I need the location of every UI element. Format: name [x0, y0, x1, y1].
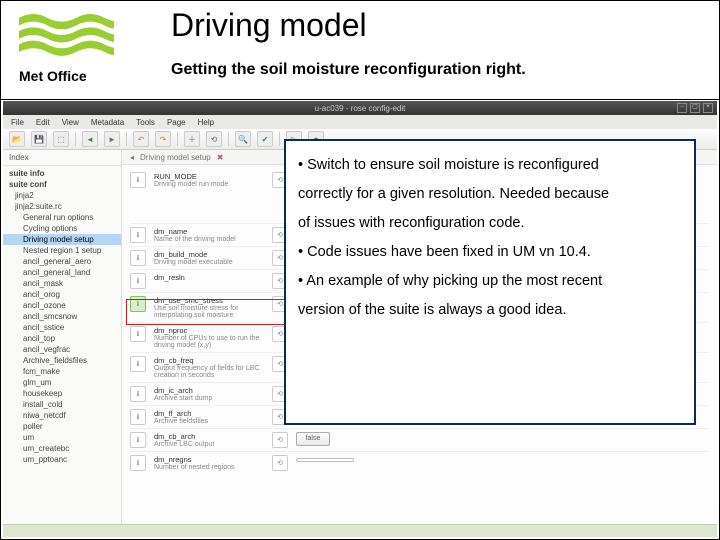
about-icon[interactable]: ℹ [130, 455, 146, 471]
tree-item[interactable]: poller [3, 421, 121, 432]
tree-item[interactable]: niwa_netcdf [3, 410, 121, 421]
undo-icon[interactable]: ↶ [133, 131, 149, 147]
statusbar [3, 524, 717, 537]
met-office-logo: Met Office [19, 9, 114, 84]
about-icon[interactable]: ℹ [130, 296, 146, 312]
revert-field-icon[interactable]: ⟲ [272, 455, 288, 471]
menu-tools[interactable]: Tools [136, 118, 155, 127]
tree-item[interactable]: ancil_smcsnow [3, 311, 121, 322]
tree-item[interactable]: housekeep [3, 388, 121, 399]
callout-line: of issues with reconfiguration code. [298, 209, 682, 238]
tree-item[interactable]: suite conf [3, 179, 121, 190]
add-icon[interactable]: ＋ [184, 131, 200, 147]
tree-item[interactable]: glm_um [3, 377, 121, 388]
tree-item[interactable]: ancil_ozone [3, 300, 121, 311]
menu-page[interactable]: Page [167, 118, 186, 127]
menu-metadata[interactable]: Metadata [91, 118, 124, 127]
maximize-icon[interactable]: ▢ [690, 103, 700, 113]
menu-bar: File Edit View Metadata Tools Page Help [3, 115, 717, 129]
window-titlebar: u-ac039 - rose config-edit − ▢ × [3, 101, 717, 115]
crumb-label: Driving model setup [140, 153, 211, 162]
row-dm-cb-arch: ℹ dm_cb_archArchive LBC output ⟲ false [130, 428, 709, 451]
tree-item[interactable]: suite info [3, 168, 121, 179]
tree-item[interactable]: um_pptoanc [3, 454, 121, 465]
tree-item[interactable]: ancil_vegfrac [3, 344, 121, 355]
tree-item[interactable]: Archive_fieldsfiles [3, 355, 121, 366]
menu-edit[interactable]: Edit [36, 118, 50, 127]
sidebar-header: Index [3, 150, 121, 166]
open-icon[interactable]: 📂 [9, 131, 25, 147]
callout-line: version of the suite is always a good id… [298, 296, 682, 325]
browse-icon[interactable]: ⬚ [53, 131, 69, 147]
tree-item[interactable]: ancil_general_aero [3, 256, 121, 267]
about-icon[interactable]: ℹ [130, 356, 146, 372]
forward-icon[interactable]: ► [104, 131, 120, 147]
find-icon[interactable]: 🔍 [235, 131, 251, 147]
field-name: RUN_MODE [154, 172, 264, 181]
revert-field-icon[interactable]: ⟲ [272, 432, 288, 448]
field-desc: Driving model run mode [154, 181, 264, 188]
about-icon[interactable]: ℹ [130, 250, 146, 266]
about-icon[interactable]: ℹ [130, 273, 146, 289]
row-dm-nregns: ℹ dm_nregnsNumber of nested regions ⟲ [130, 451, 709, 474]
validate-icon[interactable]: ✔ [257, 131, 273, 147]
menu-help[interactable]: Help [198, 118, 214, 127]
tree-item[interactable]: jinja2 [3, 190, 121, 201]
tree-item[interactable]: ancil_orog [3, 289, 121, 300]
logo-text: Met Office [19, 68, 114, 84]
callout-line: • An example of why picking up the most … [298, 267, 682, 296]
tree-item[interactable]: ancil_general_land [3, 267, 121, 278]
save-icon[interactable]: 💾 [31, 131, 47, 147]
annotation-callout: • Switch to ensure soil moisture is reco… [284, 139, 696, 425]
about-icon[interactable]: ℹ [130, 432, 146, 448]
tree-item[interactable]: ancil_top [3, 333, 121, 344]
tree-item[interactable]: Driving model setup [3, 234, 121, 245]
slide-title: Driving model [171, 7, 367, 44]
about-icon[interactable]: ℹ [130, 172, 146, 188]
menu-file[interactable]: File [11, 118, 24, 127]
about-icon[interactable]: ℹ [130, 326, 146, 342]
about-icon[interactable]: ℹ [130, 227, 146, 243]
callout-line: • Code issues have been fixed in UM vn 1… [298, 238, 682, 267]
about-icon[interactable]: ℹ [130, 409, 146, 425]
tree-item[interactable]: install_cold [3, 399, 121, 410]
tree-item[interactable]: Nested region 1 setup [3, 245, 121, 256]
slide-subtitle: Getting the soil moisture reconfiguratio… [171, 61, 526, 79]
tree-item[interactable]: um [3, 432, 121, 443]
tree-item[interactable]: fcm_make [3, 366, 121, 377]
callout-line: • Switch to ensure soil moisture is reco… [298, 151, 682, 180]
tree-item[interactable]: Cycling options [3, 223, 121, 234]
sidebar: Index suite infosuite confjinja2jinja2:s… [3, 150, 122, 536]
close-icon[interactable]: × [703, 103, 713, 113]
tree-item[interactable]: ancil_sstice [3, 322, 121, 333]
revert-icon[interactable]: ⟲ [206, 131, 222, 147]
tree-item[interactable]: um_createbc [3, 443, 121, 454]
tree-item[interactable]: General run options [3, 212, 121, 223]
callout-line: correctly for a given resolution. Needed… [298, 180, 682, 209]
text-input[interactable] [296, 458, 354, 462]
redo-icon[interactable]: ↷ [155, 131, 171, 147]
tree-item[interactable]: ancil_mask [3, 278, 121, 289]
back-icon[interactable]: ◄ [82, 131, 98, 147]
menu-view[interactable]: View [62, 118, 79, 127]
tree: suite infosuite confjinja2jinja2:suite.r… [3, 166, 121, 467]
close-tab-icon[interactable]: ✖ [217, 153, 224, 162]
window-title: u-ac039 - rose config-edit [315, 104, 406, 113]
waves-icon [19, 9, 114, 59]
about-icon[interactable]: ℹ [130, 386, 146, 402]
minimize-icon[interactable]: − [677, 103, 687, 113]
toggle[interactable]: false [296, 432, 330, 446]
tree-item[interactable]: jinja2:suite.rc [3, 201, 121, 212]
